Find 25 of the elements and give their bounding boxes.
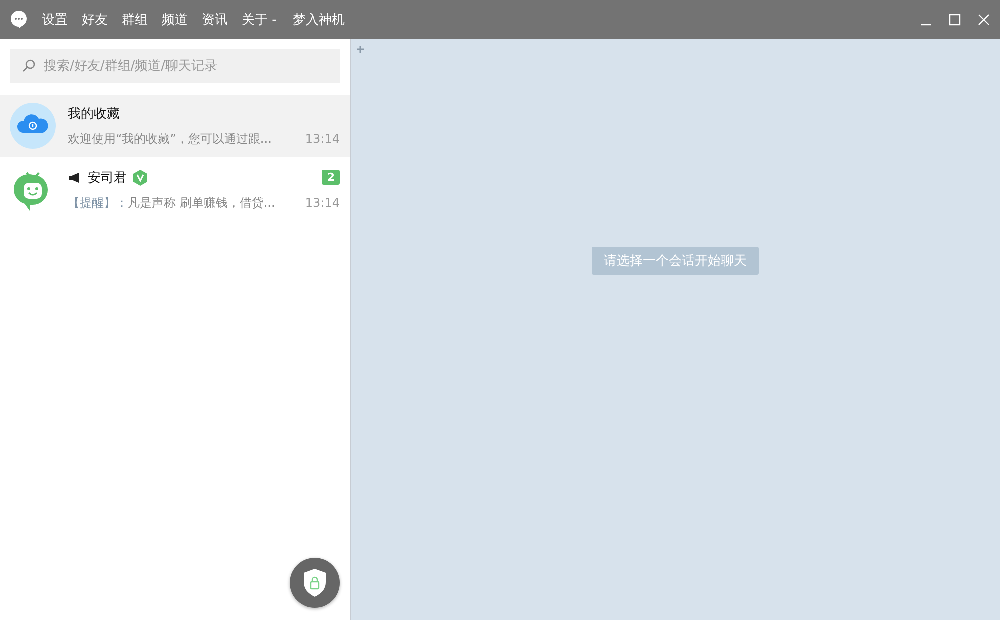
shield-lock-icon — [302, 568, 328, 598]
menu-item[interactable]: 资讯 — [202, 10, 228, 28]
maximize-icon[interactable] — [949, 14, 961, 26]
cloud-avatar-icon — [10, 103, 56, 149]
chat-bubble-logo-icon — [10, 10, 28, 30]
message-time: 13:14 — [305, 196, 340, 210]
search-field[interactable]: 搜索/好友/群组/频道/聊天记录 — [10, 49, 340, 83]
menu-item[interactable]: 关于 - — [242, 10, 277, 28]
user-name: 梦入神机 — [292, 12, 345, 28]
conversation-name: 安司君 — [88, 170, 127, 186]
menu-item[interactable]: 设置 — [42, 10, 68, 28]
close-icon[interactable] — [978, 14, 990, 26]
empty-chat-hint: 请选择一个会话开始聊天 — [592, 247, 759, 275]
message-time: 13:14 — [305, 132, 340, 146]
reminder-label: 【提醒】： — [68, 194, 128, 212]
menu-item[interactable]: 好友 — [82, 10, 108, 28]
unread-count: 2 — [322, 170, 340, 185]
security-lock-button[interactable] — [290, 558, 340, 608]
menu-item[interactable]: 群组 — [122, 10, 148, 28]
menu-item[interactable]: 频道 — [162, 10, 188, 28]
message-preview: 欢迎使用“我的收藏”，您可以通过跟... — [68, 130, 272, 148]
conversation-name: 我的收藏 — [68, 106, 120, 122]
conversation-item[interactable]: 安司君 2 【提醒】：凡是声称 刷单赚钱，借贷... 13:14 — [0, 159, 350, 221]
message-preview: 凡是声称 刷单赚钱，借贷... — [128, 194, 276, 212]
conversation-item[interactable]: 我的收藏 欢迎使用“我的收藏”，您可以通过跟... 13:14 — [0, 95, 350, 157]
